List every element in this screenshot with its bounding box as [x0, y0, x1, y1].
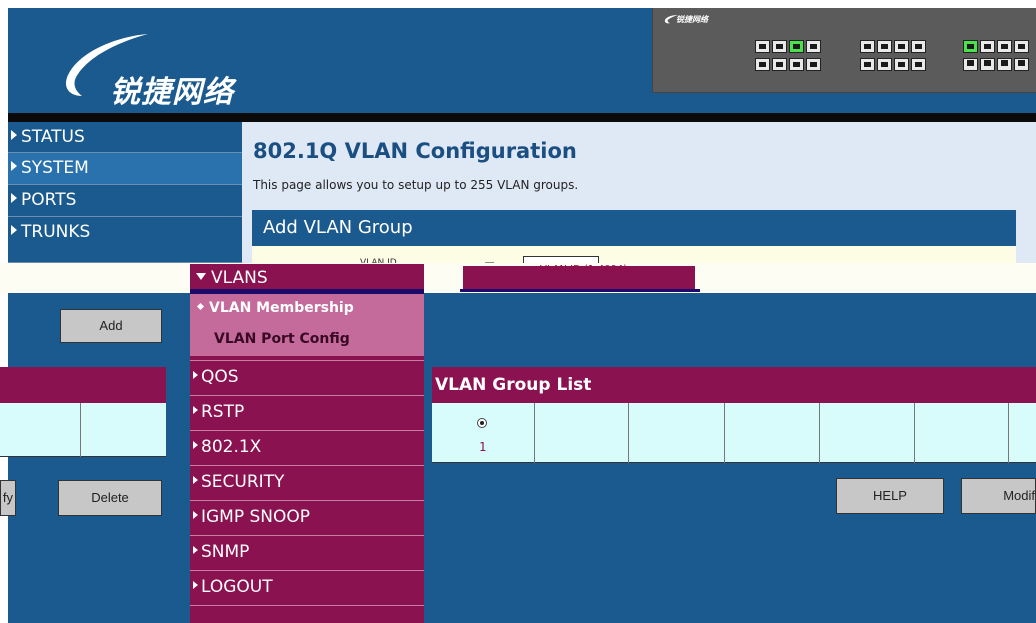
nav-item-trunks[interactable]: TRUNKS — [8, 217, 242, 263]
switch-port-icon — [806, 40, 821, 53]
nav-vlans-label: VLANS — [211, 268, 268, 288]
submenu-label: VLAN Membership — [209, 300, 354, 316]
vlan-id-hint: VLAN ID (1-4094) — [540, 264, 628, 275]
column-divider — [628, 403, 629, 463]
vlan-id-cell[interactable]: 1 — [479, 440, 486, 454]
menu-item-igmp-snoop[interactable]: IGMP SNOOP — [190, 500, 424, 535]
switch-port-icon — [894, 58, 909, 71]
menu-item-label: SNMP — [201, 542, 250, 562]
submenu-label: VLAN Port Config — [214, 331, 350, 347]
switch-port-icon — [860, 58, 875, 71]
switch-port-icon — [806, 58, 821, 71]
help-button[interactable]: HELP — [836, 478, 944, 514]
menu-item-security[interactable]: SECURITY — [190, 465, 424, 500]
left-list-row — [0, 403, 166, 457]
triangle-right-icon — [193, 371, 198, 379]
switch-port-icon — [911, 40, 926, 53]
vlan-group-list-header: VLAN Group List — [432, 367, 1036, 403]
switch-port-icon — [877, 40, 892, 53]
triangle-right-icon — [193, 441, 198, 449]
switch-port-icon — [980, 58, 995, 71]
brand-logo-text: 锐捷网络 — [110, 75, 234, 110]
menu-item-label: LOGOUT — [201, 577, 273, 597]
column-divider — [914, 403, 915, 463]
delete-button[interactable]: Delete — [58, 480, 162, 516]
switch-port-icon — [997, 40, 1012, 53]
switch-port-panel — [652, 8, 1036, 93]
triangle-right-icon — [11, 193, 17, 203]
switch-port-icon — [789, 40, 804, 53]
left-list-header — [0, 367, 166, 403]
switch-port-icon — [789, 58, 804, 71]
switch-port-icon — [772, 40, 787, 53]
menu-item-rstp[interactable]: RSTP — [190, 395, 424, 430]
page-title: 802.1Q VLAN Configuration — [253, 139, 577, 163]
menu-item-empty — [190, 605, 424, 623]
nav-item-label: TRUNKS — [21, 222, 91, 242]
page-margin — [0, 0, 8, 623]
menu-item-label: SECURITY — [201, 472, 285, 492]
switch-port-icon — [860, 40, 875, 53]
page-description: This page allows you to setup up to 255 … — [253, 178, 579, 192]
menu-item-label: QOS — [201, 367, 239, 387]
switch-port-icon — [877, 58, 892, 71]
switch-port-icon — [980, 40, 995, 53]
vlan-group-row — [432, 403, 1036, 463]
vlan-select-radio[interactable] — [477, 418, 487, 428]
switch-port-icon — [894, 40, 909, 53]
nav-item-system[interactable]: SYSTEM — [8, 153, 242, 185]
nav-vlans-label-wrap: VLANS — [196, 268, 268, 288]
menu-item-label: 802.1X — [201, 437, 262, 457]
menu-item-label: RSTP — [201, 402, 245, 422]
header-divider — [8, 113, 1036, 122]
menu-item-logout[interactable]: LOGOUT — [190, 570, 424, 605]
triangle-right-icon — [11, 130, 17, 140]
triangle-right-icon — [193, 511, 198, 519]
column-divider — [724, 403, 725, 463]
column-divider — [1008, 403, 1009, 463]
menu-item-snmp[interactable]: SNMP — [190, 535, 424, 570]
nav-item-label: SYSTEM — [21, 158, 89, 178]
strip-rule — [460, 289, 700, 292]
switch-port-icon — [963, 40, 978, 53]
triangle-right-icon — [193, 476, 198, 484]
switch-port-icon — [755, 58, 770, 71]
modify-button-left[interactable]: fy — [0, 480, 16, 516]
menu-item-label: IGMP SNOOP — [201, 507, 311, 527]
triangle-right-icon — [11, 225, 17, 235]
menu-item-8021x[interactable]: 802.1X — [190, 430, 424, 465]
nav-item-label: STATUS — [21, 127, 85, 147]
switch-brand-text: 锐捷网络 — [676, 15, 708, 24]
nav-item-status[interactable]: STATUS — [8, 122, 242, 153]
switch-port-icon — [911, 58, 926, 71]
column-divider — [534, 403, 535, 463]
menu-item-qos[interactable]: QOS — [190, 360, 424, 395]
triangle-right-icon — [193, 581, 198, 589]
switch-port-icon — [755, 40, 770, 53]
switch-port-icon — [963, 58, 978, 71]
triangle-right-icon — [193, 546, 198, 554]
triangle-right-icon — [11, 161, 17, 171]
bullet-icon — [196, 302, 205, 310]
switch-port-icon — [1014, 58, 1029, 71]
add-vlan-group-header: Add VLAN Group — [252, 210, 1016, 246]
submenu-vlan-port-config[interactable]: VLAN Port Config — [190, 322, 424, 356]
nav-item-ports[interactable]: PORTS — [8, 185, 242, 217]
left-list-divider — [80, 403, 81, 457]
triangle-right-icon — [193, 406, 198, 414]
add-button[interactable]: Add — [60, 309, 162, 343]
nav-item-label: PORTS — [21, 190, 77, 210]
modify-button[interactable]: Modif — [961, 478, 1036, 514]
switch-port-icon — [997, 58, 1012, 71]
submenu-vlan-membership[interactable]: VLAN Membership — [190, 294, 424, 322]
switch-port-icon — [772, 58, 787, 71]
triangle-down-icon — [196, 272, 206, 280]
column-divider — [819, 403, 820, 463]
switch-port-icon — [1014, 40, 1029, 53]
